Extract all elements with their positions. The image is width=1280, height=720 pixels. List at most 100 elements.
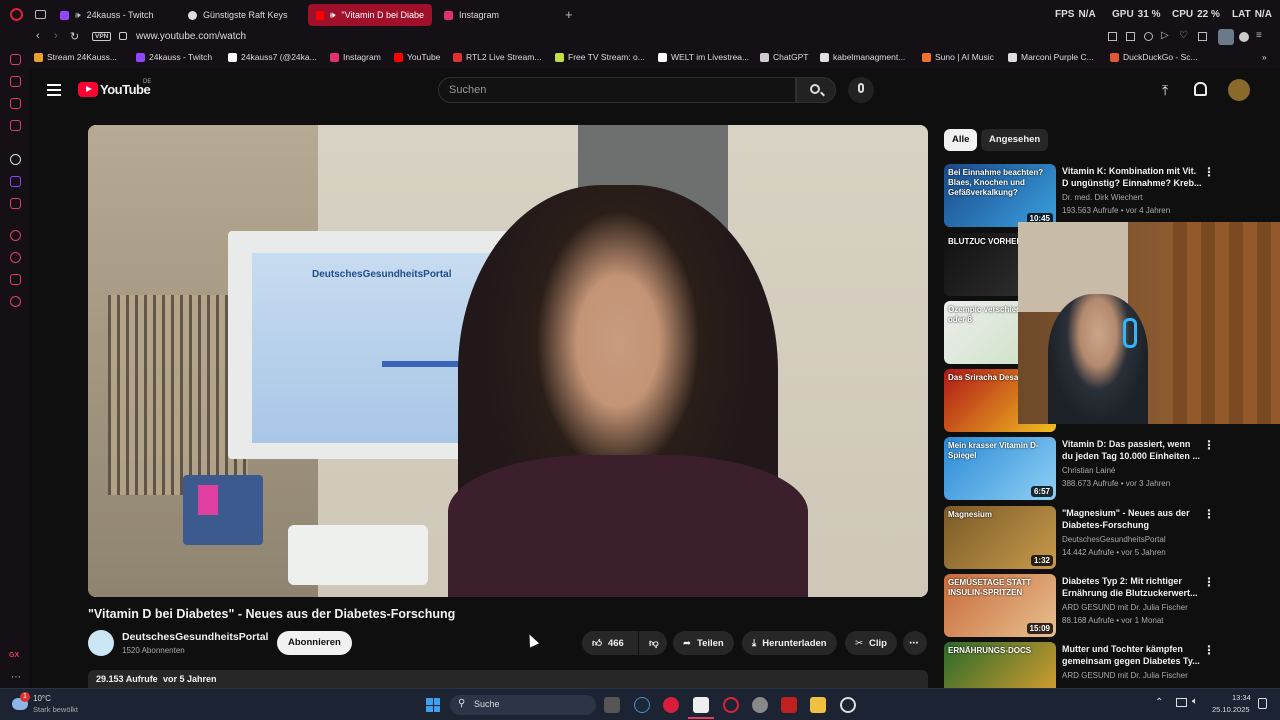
video-player[interactable]: DeutschesGesundheitsPortal <box>88 125 928 597</box>
bookmark-item[interactable]: Free TV Stream: o... <box>555 52 645 62</box>
opera-logo-icon[interactable] <box>10 8 23 21</box>
volume-icon[interactable]: 🔈︎ <box>1192 696 1198 707</box>
related-video-thumbnail[interactable]: Bei Einnahme beachten? Blaes, Knochen un… <box>944 164 1056 227</box>
shield-icon[interactable] <box>1144 32 1153 41</box>
related-video-title[interactable]: Vitamin K: Kombination mit Vit. D ungüns… <box>1062 165 1202 189</box>
channel-name[interactable]: DeutschesGesundheitsPortal <box>122 631 268 643</box>
more-options-icon[interactable]: ⋮ <box>1203 438 1215 452</box>
related-video-title[interactable]: Diabetes Typ 2: Mit richtiger Ernährung … <box>1062 575 1202 599</box>
upload-icon[interactable]: ⤒ <box>1162 82 1168 99</box>
bookmarks-overflow-icon[interactable]: » <box>1262 52 1267 62</box>
download-button[interactable]: ⤓ Herunterladen <box>742 631 837 655</box>
player-icon[interactable] <box>10 230 21 241</box>
heart-icon[interactable]: ♡ <box>1179 30 1188 41</box>
clip-button[interactable]: ✂ Clip <box>845 631 897 655</box>
search-input[interactable]: Suchen <box>438 77 796 103</box>
bookmark-item[interactable]: Instagram <box>330 52 381 62</box>
bookmark-item[interactable]: Marconi Purple C... <box>1008 52 1094 62</box>
ai-icon[interactable] <box>10 76 21 87</box>
task-view-icon[interactable] <box>604 697 620 713</box>
mouse-app-icon[interactable] <box>752 697 768 713</box>
tab-twitch[interactable]: 🕪 24kauss - Twitch <box>52 4 176 26</box>
bookmark-item[interactable]: 24kauss - Twitch <box>136 52 212 62</box>
bookmark-item[interactable]: WELT im Livestrea... <box>658 52 749 62</box>
twitch-icon[interactable] <box>10 176 21 187</box>
forward-icon[interactable]: › <box>54 30 58 42</box>
notification-center-icon[interactable] <box>1258 698 1267 709</box>
chip-all[interactable]: Alle <box>944 129 978 151</box>
bookmark-item[interactable]: Suno | AI Music <box>922 52 994 62</box>
hamburger-menu-icon[interactable] <box>47 84 61 96</box>
bookmark-item[interactable]: ChatGPT <box>760 52 808 62</box>
description-box[interactable]: 29.153 Aufrufe vor 5 Jahren <box>88 670 928 688</box>
youtube-logo-icon[interactable] <box>78 82 98 97</box>
related-video-title[interactable]: Mutter und Tochter kämpfen gemeinsam geg… <box>1062 643 1202 667</box>
related-video-channel[interactable]: Dr. med. Dirk Wiechert <box>1062 193 1142 202</box>
extensions-icon[interactable] <box>10 274 21 285</box>
epic-games-icon[interactable] <box>693 697 709 713</box>
notifications-bell-icon[interactable] <box>1194 82 1207 96</box>
music-icon[interactable] <box>10 154 21 165</box>
taskbar-search[interactable]: ⚲ Suche <box>450 695 596 715</box>
url-field[interactable]: www.youtube.com/watch <box>136 31 246 42</box>
more-options-icon[interactable]: ⋮ <box>1203 643 1215 657</box>
related-video-channel[interactable]: ARD GESUND mit Dr. Julia Fischer <box>1062 603 1188 612</box>
related-video-channel[interactable]: DeutschesGesundheitsPortal <box>1062 535 1166 544</box>
settings-icon[interactable] <box>10 296 21 307</box>
play-icon[interactable]: ▷ <box>1161 30 1169 41</box>
back-icon[interactable]: ‹ <box>36 30 40 42</box>
user-avatar[interactable] <box>1228 79 1250 101</box>
display-icon[interactable] <box>1176 698 1187 707</box>
more-icon[interactable]: ⋯ <box>11 672 21 683</box>
search-button[interactable] <box>796 77 836 103</box>
settings-gear-icon[interactable] <box>840 697 856 713</box>
history-icon[interactable] <box>10 54 21 65</box>
opera-gx-icon[interactable] <box>723 697 739 713</box>
tab-raft-keys[interactable]: Günstigste Raft Keys <box>180 4 304 26</box>
tab-instagram[interactable]: Instagram <box>436 4 560 26</box>
voice-search-button[interactable] <box>848 77 874 103</box>
menu-icon[interactable]: ≡ <box>1256 30 1262 41</box>
more-options-icon[interactable]: ⋮ <box>1203 575 1215 589</box>
snapshot-icon[interactable] <box>1126 32 1135 41</box>
account-icon[interactable] <box>1239 32 1249 42</box>
bookmark-item[interactable]: kabelmanagment... <box>820 52 905 62</box>
related-video-channel[interactable]: ARD GESUND mit Dr. Julia Fischer <box>1062 671 1188 680</box>
game-app-icon[interactable] <box>781 697 797 713</box>
new-tab-button[interactable]: + <box>565 7 573 22</box>
steam-icon[interactable] <box>634 697 650 713</box>
more-options-icon[interactable]: ⋮ <box>1203 165 1215 179</box>
bookmark-item[interactable]: 24kauss7 (@24ka... <box>228 52 317 62</box>
messenger-icon[interactable] <box>10 98 21 109</box>
like-button[interactable]: 👍︎ 466 <box>582 631 638 655</box>
related-video-thumbnail[interactable]: Mein krasser Vitamin D-Spiegel 6:57 <box>944 437 1056 500</box>
tab-youtube-active[interactable]: 🕪 "Vitamin D bei Diabe <box>308 4 432 26</box>
more-actions-button[interactable]: ⋯ <box>903 631 927 655</box>
more-options-icon[interactable]: ⋮ <box>1203 507 1215 521</box>
vpn-badge[interactable]: VPN <box>92 32 112 41</box>
channel-avatar[interactable] <box>88 630 114 656</box>
related-video-title[interactable]: "Magnesium" - Neues aus der Diabetes-For… <box>1062 507 1202 531</box>
bookmark-item[interactable]: RTL2 Live Stream... <box>453 52 541 62</box>
pin-icon[interactable] <box>1108 32 1117 41</box>
bookmark-item[interactable]: DuckDuckGo - Sc... <box>1110 52 1198 62</box>
reload-icon[interactable]: ↻ <box>70 30 79 43</box>
app-icon[interactable] <box>663 697 679 713</box>
file-explorer-icon[interactable] <box>810 697 826 713</box>
chip-watched[interactable]: Angesehen <box>981 129 1049 151</box>
start-button-icon[interactable] <box>426 698 440 712</box>
youtube-icon[interactable] <box>10 198 21 209</box>
chevron-up-icon[interactable]: ⌃ <box>1155 697 1163 708</box>
subscribe-button[interactable]: Abonnieren <box>277 631 352 655</box>
mail-icon[interactable] <box>10 120 21 131</box>
related-video-channel[interactable]: Christian Lainé <box>1062 466 1115 475</box>
related-video-thumbnail[interactable]: Magnesium 1:32 <box>944 506 1056 569</box>
dislike-button[interactable]: 👎︎ <box>639 631 667 655</box>
share-button[interactable]: ➦ Teilen <box>673 631 734 655</box>
related-video-thumbnail[interactable]: GEMÜSETAGE STATT INSULIN-SPRITZEN 15:09 <box>944 574 1056 637</box>
profile-avatar[interactable] <box>1218 29 1234 45</box>
related-video-title[interactable]: Vitamin D: Das passiert, wenn du jeden T… <box>1062 438 1202 462</box>
extension-icon[interactable] <box>1198 32 1207 41</box>
bookmark-item[interactable]: YouTube <box>394 52 440 62</box>
bookmark-item[interactable]: Stream 24Kauss... <box>34 52 117 62</box>
